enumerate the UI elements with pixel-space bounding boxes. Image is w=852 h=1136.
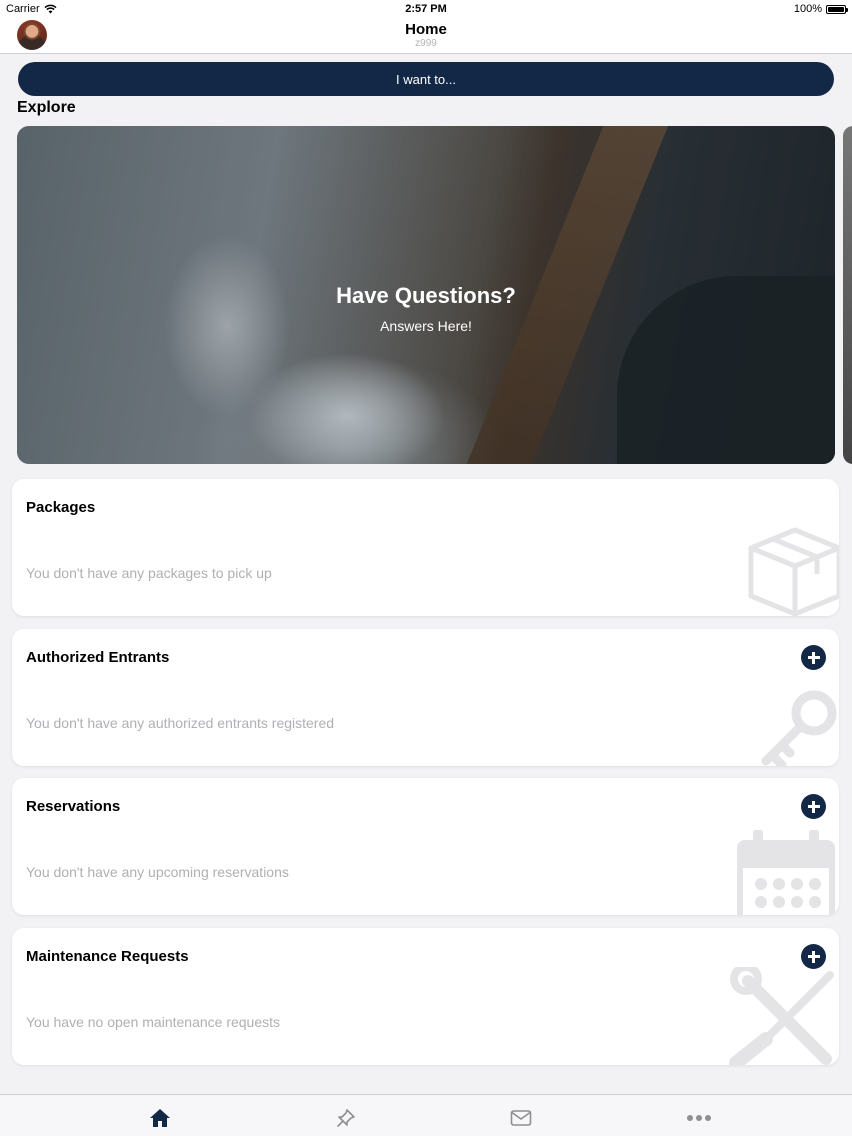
packages-card[interactable]: Packages You don't have any packages to … [12,479,839,616]
pin-icon [337,1109,355,1127]
package-box-icon [748,527,839,616]
maintenance-requests-card[interactable]: Maintenance Requests You have no open ma… [12,928,839,1065]
hero-title: Have Questions? [336,283,516,308]
page-subtitle: z999 [415,38,437,49]
packages-title: Packages [26,499,96,516]
key-icon [761,690,837,766]
status-bar: Carrier 2:57 PM 100% [0,0,852,18]
page-title: Home [405,21,447,38]
i-want-to-button[interactable]: I want to... [18,62,834,96]
tab-messages[interactable] [501,1105,541,1131]
authorized-entrants-title: Authorized Entrants [26,649,170,666]
next-hero-card-peek[interactable] [843,126,852,464]
reservations-title: Reservations [26,798,121,815]
calendar-icon [737,830,835,915]
reservations-empty-text: You don't have any upcoming reservations [26,864,289,880]
battery-icon [826,4,848,14]
status-time: 2:57 PM [405,3,447,15]
tab-bar [0,1094,852,1136]
add-maintenance-request-button[interactable] [801,944,826,969]
explore-heading: Explore [17,99,76,116]
hero-subtitle: Answers Here! [380,318,472,334]
tab-more[interactable] [679,1105,719,1131]
reservations-card[interactable]: Reservations You don't have any upcoming… [12,778,839,915]
authorized-entrants-card[interactable]: Authorized Entrants You don't have any a… [12,629,839,766]
tab-home[interactable] [140,1105,180,1131]
maintenance-requests-title: Maintenance Requests [26,948,189,965]
nav-bar: Home z999 [0,18,852,54]
home-icon [150,1109,170,1127]
maintenance-requests-empty-text: You have no open maintenance requests [26,1014,281,1030]
envelope-icon [510,1110,532,1126]
authorized-entrants-empty-text: You don't have any authorized entrants r… [26,715,335,731]
packages-empty-text: You don't have any packages to pick up [26,565,272,581]
tools-icon [729,967,834,1065]
more-dots-icon [687,1115,711,1121]
tab-pin[interactable] [326,1105,366,1131]
battery-percent: 100% [793,3,822,15]
battery-info: 100% [793,3,848,15]
add-reservation-button[interactable] [801,794,826,819]
explore-hero-card[interactable]: Have Questions? Answers Here! [17,126,835,464]
add-entrant-button[interactable] [801,645,826,670]
